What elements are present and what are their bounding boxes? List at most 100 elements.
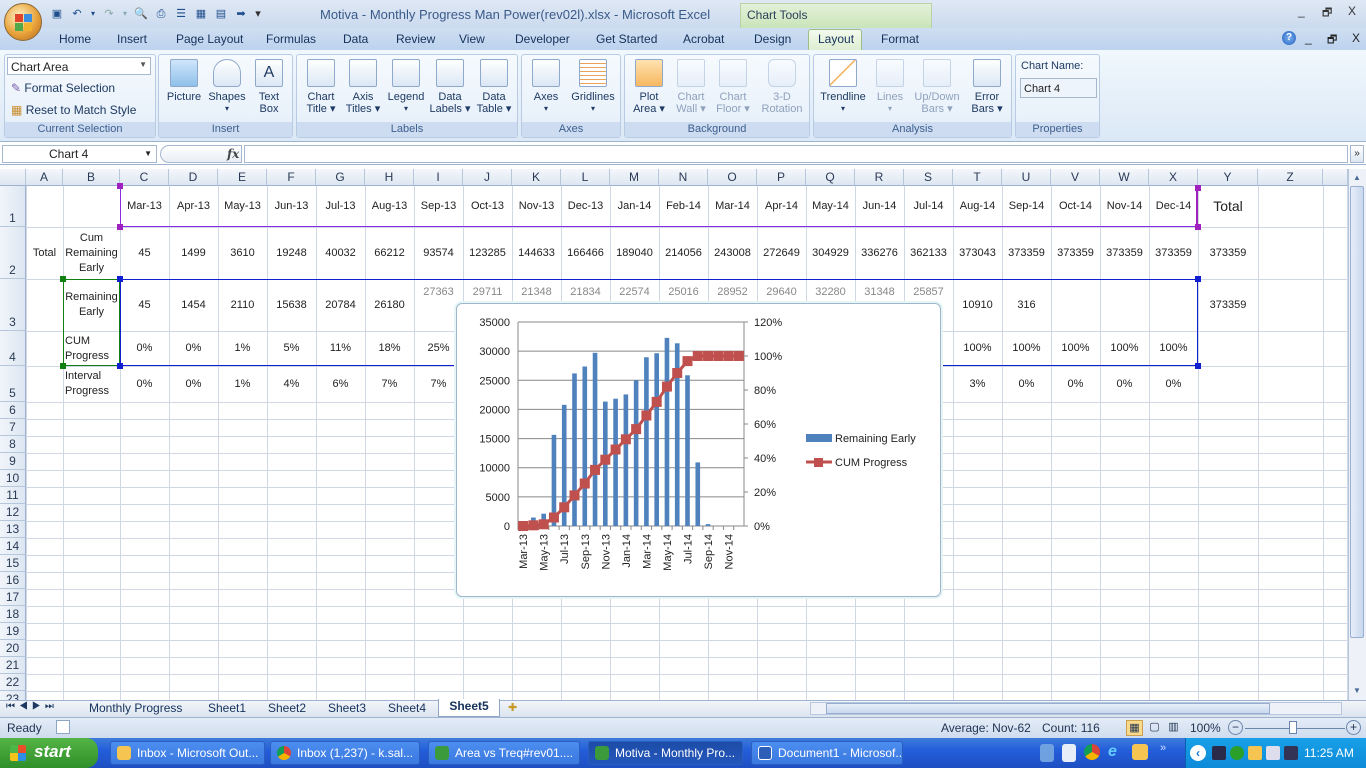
normal-view-button[interactable]: ▦ xyxy=(1126,720,1143,736)
cell-value[interactable]: 19248 xyxy=(267,227,316,279)
tray-icon[interactable] xyxy=(1266,746,1280,760)
up-down-bars-button[interactable]: Up/Down Bars ▾ xyxy=(910,59,964,115)
range-handle[interactable] xyxy=(117,224,123,230)
cell-value[interactable]: 166466 xyxy=(561,227,610,279)
cell-value[interactable]: 272649 xyxy=(757,227,806,279)
workbook-minimize-button[interactable]: _ xyxy=(1305,31,1312,45)
tab-review[interactable]: Review xyxy=(396,32,435,46)
select-all-corner[interactable] xyxy=(0,169,26,186)
column-header-k[interactable]: K xyxy=(512,169,561,186)
workbook-restore-button[interactable]: 🗗 xyxy=(1327,31,1337,50)
row-header-15[interactable]: 15 xyxy=(0,555,26,572)
formula-input[interactable] xyxy=(244,145,1348,163)
ie-launch-icon[interactable]: e xyxy=(1108,744,1124,760)
column-header-x[interactable]: X xyxy=(1149,169,1198,186)
picture-button[interactable]: Picture xyxy=(163,59,205,103)
legend-button[interactable]: Legend ▾ xyxy=(385,59,427,115)
cell-value[interactable]: 4% xyxy=(267,366,316,402)
row-header-7[interactable]: 7 xyxy=(0,419,26,436)
workbook-close-button[interactable]: X xyxy=(1352,31,1360,45)
column-header-o[interactable]: O xyxy=(708,169,757,186)
taskbar-item-outlook[interactable]: Inbox - Microsoft Out... xyxy=(110,741,265,765)
chart-floor-button[interactable]: Chart Floor ▾ xyxy=(713,59,753,115)
column-header-p[interactable]: P xyxy=(757,169,806,186)
row-header-2[interactable]: 2 xyxy=(0,227,26,279)
macro-record-icon[interactable] xyxy=(56,720,70,734)
column-header-f[interactable]: F xyxy=(267,169,316,186)
cell-value[interactable]: 373043 xyxy=(953,227,1002,279)
sheet-tab-monthly-progress[interactable]: Monthly Progress xyxy=(89,700,182,716)
chart-4[interactable]: 35000 30000 25000 20000 15000 10000 5000 0 120% 1… xyxy=(456,303,941,597)
column-header-y[interactable]: Y xyxy=(1198,169,1258,186)
range-handle[interactable] xyxy=(1195,363,1201,369)
tab-layout[interactable]: Layout xyxy=(818,32,854,46)
cell-value[interactable]: 373359 xyxy=(1100,227,1149,279)
row-header-12[interactable]: 12 xyxy=(0,504,26,521)
column-header-t[interactable]: T xyxy=(953,169,1002,186)
scroll-down-icon[interactable]: ▼ xyxy=(1350,684,1364,698)
range-handle[interactable] xyxy=(1195,185,1201,191)
cell-value[interactable]: 66212 xyxy=(365,227,414,279)
restore-button[interactable]: 🗗 xyxy=(1322,4,1332,23)
column-header-b[interactable]: B xyxy=(63,169,120,186)
zoom-slider-thumb[interactable] xyxy=(1289,721,1297,734)
column-header-n[interactable]: N xyxy=(659,169,708,186)
column-header-s[interactable]: S xyxy=(904,169,953,186)
row-header-4[interactable]: 4 xyxy=(0,331,26,366)
gridlines-button[interactable]: Gridlines ▾ xyxy=(568,59,618,115)
chrome-launch-icon[interactable] xyxy=(1084,744,1100,760)
outlook-launch-icon[interactable] xyxy=(1132,744,1148,760)
insert-worksheet-icon[interactable]: ✚ xyxy=(508,701,517,714)
undo-dropdown-icon[interactable]: ▾ xyxy=(90,7,96,21)
cell-value[interactable]: 0% xyxy=(169,366,218,402)
trendline-button[interactable]: Trendline ▾ xyxy=(816,59,870,115)
row-header-14[interactable]: 14 xyxy=(0,538,26,555)
cell-value[interactable]: 373359 xyxy=(1002,227,1051,279)
cell-value[interactable]: 362133 xyxy=(904,227,953,279)
row-header-20[interactable]: 20 xyxy=(0,640,26,657)
column-header-e[interactable]: E xyxy=(218,169,267,186)
cell-value[interactable]: 7% xyxy=(365,366,414,402)
tab-insert[interactable]: Insert xyxy=(117,32,147,46)
arrow-right-icon[interactable]: ➡ xyxy=(234,7,248,21)
tab-design[interactable]: Design xyxy=(754,32,791,46)
3d-rotation-button[interactable]: 3-D Rotation xyxy=(757,59,807,115)
minimize-button[interactable]: _ xyxy=(1298,4,1305,18)
list-icon[interactable]: ▤ xyxy=(214,7,228,21)
column-header-g[interactable]: G xyxy=(316,169,365,186)
cell-value[interactable]: 0% xyxy=(1149,366,1198,402)
column-header-w[interactable]: W xyxy=(1100,169,1149,186)
column-header-a[interactable]: A xyxy=(26,169,63,186)
cell-value[interactable]: 214056 xyxy=(659,227,708,279)
taskbar-item-excel-area[interactable]: Area vs Treq#rev01.... xyxy=(428,741,580,765)
cell-value[interactable]: 1499 xyxy=(169,227,218,279)
cell-value[interactable]: 123285 xyxy=(463,227,512,279)
taskbar-item-word[interactable]: Document1 - Microsof... xyxy=(751,741,903,765)
tab-view[interactable]: View xyxy=(459,32,485,46)
cell-value[interactable]: 336276 xyxy=(855,227,904,279)
cell-value[interactable]: 3610 xyxy=(218,227,267,279)
row-header-1[interactable]: 1 xyxy=(0,186,26,227)
zoom-level[interactable]: 100% xyxy=(1190,721,1221,735)
tray-icon[interactable] xyxy=(1248,746,1262,760)
cell-value[interactable]: 373359 xyxy=(1149,227,1198,279)
taskbar-item-excel-motiva[interactable]: Motiva - Monthly Pro... xyxy=(588,741,743,765)
chart-wall-button[interactable]: Chart Wall ▾ xyxy=(671,59,711,115)
row-header-6[interactable]: 6 xyxy=(0,402,26,419)
cell-value[interactable]: 0% xyxy=(1100,366,1149,402)
sheet-tab-sheet4[interactable]: Sheet4 xyxy=(388,700,426,716)
range-handle[interactable] xyxy=(117,276,123,282)
shapes-button[interactable]: Shapes ▾ xyxy=(207,59,247,115)
cell-value[interactable]: 40032 xyxy=(316,227,365,279)
data-labels-button[interactable]: Data Labels ▾ xyxy=(429,59,471,115)
range-handle[interactable] xyxy=(117,183,123,189)
tab-get-started[interactable]: Get Started xyxy=(596,32,657,46)
cell-value[interactable]: 304929 xyxy=(806,227,855,279)
tab-page-layout[interactable]: Page Layout xyxy=(176,32,243,46)
table-icon[interactable]: ▦ xyxy=(194,7,208,21)
row-header-21[interactable]: 21 xyxy=(0,657,26,674)
cell-label-cum-remaining[interactable]: Cum Remaining Early xyxy=(63,227,120,279)
vertical-scroll-thumb[interactable] xyxy=(1350,186,1364,638)
cell-total[interactable]: 373359 xyxy=(1198,227,1258,279)
print-preview-icon[interactable]: 🔍 xyxy=(134,7,148,21)
